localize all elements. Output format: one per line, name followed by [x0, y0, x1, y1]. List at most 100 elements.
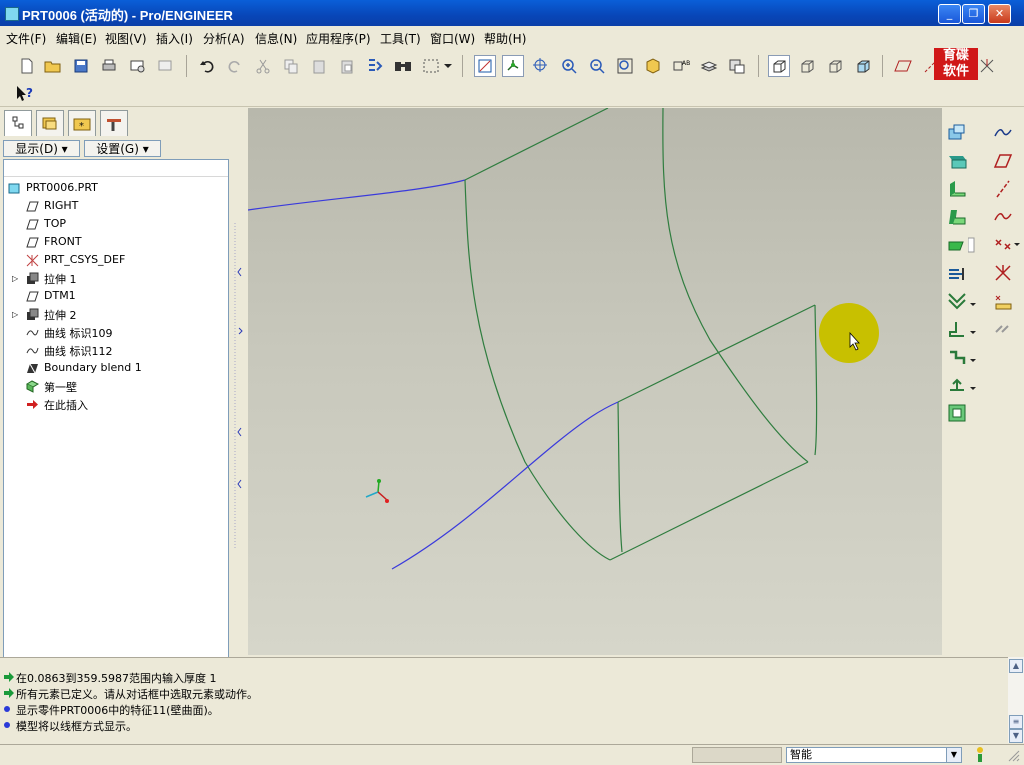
thicken-tool-icon[interactable] [946, 402, 968, 424]
undo-icon[interactable] [196, 55, 218, 77]
tab-connections[interactable] [100, 110, 128, 136]
message-scrollbar[interactable]: ▲ ≡ ▼ [1008, 657, 1024, 743]
restore-button[interactable]: ❐ [962, 4, 985, 24]
zoom-out-icon[interactable] [586, 55, 608, 77]
print-icon[interactable] [98, 55, 120, 77]
new-file-icon[interactable] [16, 55, 38, 77]
extend-tool-icon[interactable] [946, 374, 968, 396]
menu-file[interactable]: 文件(F) [6, 30, 46, 47]
merge-dropdown-icon[interactable] [970, 326, 978, 348]
orient-mode-icon[interactable] [530, 55, 552, 77]
select-dropdown-icon[interactable] [442, 55, 454, 77]
open-folder-icon[interactable] [42, 55, 64, 77]
datum-csys-icon[interactable] [976, 55, 998, 77]
send-mail-icon[interactable] [126, 55, 148, 77]
settings-dropdown[interactable]: 设置(G) ▾ [84, 140, 161, 157]
menu-insert[interactable]: 插入(I) [156, 30, 193, 47]
cut-icon[interactable] [252, 55, 274, 77]
context-help-icon[interactable]: ? [14, 83, 36, 105]
datum-planes-icon[interactable] [892, 55, 914, 77]
prompt-arrow-icon [3, 688, 14, 701]
mirror-tool-icon[interactable] [946, 290, 968, 312]
save-icon[interactable] [70, 55, 92, 77]
extend-dropdown-icon[interactable] [970, 382, 978, 404]
menu-edit[interactable]: 编辑(E) [56, 30, 97, 47]
paste-icon[interactable] [308, 55, 330, 77]
shading-icon[interactable] [852, 55, 874, 77]
refit-icon[interactable] [614, 55, 636, 77]
tab-model-tree[interactable] [4, 110, 32, 136]
datum-plane-tool-icon[interactable] [992, 150, 1014, 172]
datum-point-tool-icon[interactable] [992, 234, 1014, 256]
info-dot-icon [3, 720, 13, 733]
expand-arrow-icon[interactable]: ▷ [12, 274, 18, 283]
menu-view[interactable]: 视图(V) [105, 30, 147, 47]
spin-center-icon[interactable] [502, 55, 524, 77]
datum-curve-sketch-icon[interactable] [992, 122, 1014, 144]
scroll-up-icon[interactable]: ▲ [1009, 659, 1023, 673]
menu-applications[interactable]: 应用程序(P) [306, 30, 371, 47]
menu-analysis[interactable]: 分析(A) [203, 30, 245, 47]
menu-tools[interactable]: 工具(T) [380, 30, 421, 47]
send-link-icon[interactable] [154, 55, 176, 77]
datum-csys-tool-icon[interactable] [992, 262, 1014, 284]
title-bar: PRT0006 (活动的) - Pro/ENGINEER _ ❐ ✕ [0, 0, 1024, 26]
draft-tool-icon[interactable] [946, 206, 968, 228]
trim-dropdown-icon[interactable] [970, 354, 978, 376]
saved-views-icon[interactable]: AB [670, 55, 692, 77]
datum-plane-icon [26, 218, 39, 231]
info-dot-icon [3, 704, 13, 717]
csys-icon [26, 254, 39, 267]
analysis-feature-icon[interactable] [992, 290, 1014, 312]
round-tool-icon[interactable] [946, 234, 968, 256]
navigator-panel: * 显示(D) ▾ 设置(G) ▾ PRT0006.PRT RIGHT TOP … [0, 108, 236, 760]
wireframe-icon[interactable] [768, 55, 790, 77]
expand-arrow-icon[interactable]: ▷ [12, 310, 18, 319]
reference-feature-icon[interactable] [992, 318, 1014, 340]
extrude-icon [26, 272, 39, 285]
paste-special-icon[interactable] [336, 55, 358, 77]
copy-icon[interactable] [280, 55, 302, 77]
show-dropdown[interactable]: 显示(D) ▾ [3, 140, 80, 157]
datum-axis-tool-icon[interactable] [992, 178, 1014, 200]
graphics-window[interactable] [248, 108, 942, 655]
panel-splitter[interactable] [232, 108, 246, 656]
no-hidden-icon[interactable] [824, 55, 846, 77]
resize-grip-icon[interactable] [1006, 748, 1020, 762]
datum-curve-tool-icon[interactable] [992, 206, 1014, 228]
hidden-line-icon[interactable] [796, 55, 818, 77]
window-title: PRT0006 (活动的) - Pro/ENGINEER [22, 8, 233, 23]
insert-here-icon [26, 398, 39, 411]
menu-window[interactable]: 窗口(W) [430, 30, 475, 47]
scroll-thumb[interactable]: ≡ [1009, 715, 1023, 729]
close-button[interactable]: ✕ [988, 4, 1011, 24]
trim-tool-icon[interactable] [946, 346, 968, 368]
select-box-icon[interactable] [420, 55, 442, 77]
scroll-down-icon[interactable]: ▼ [1009, 729, 1023, 743]
chamfer-tool-icon[interactable] [946, 262, 968, 284]
redo-icon[interactable] [224, 55, 246, 77]
selection-filter[interactable]: 智能 ▼ [786, 747, 962, 763]
shell-tool-icon[interactable] [946, 150, 968, 172]
reorient-icon[interactable] [642, 55, 664, 77]
datum-display-icon[interactable] [474, 55, 496, 77]
chevron-down-icon[interactable]: ▼ [946, 748, 961, 762]
menu-help[interactable]: 帮助(H) [484, 30, 526, 47]
datum-point-dropdown-icon[interactable] [1014, 238, 1022, 260]
mirror-dropdown-icon[interactable] [970, 298, 978, 320]
layers-icon[interactable] [698, 55, 720, 77]
zoom-in-icon[interactable] [558, 55, 580, 77]
menu-info[interactable]: 信息(N) [255, 30, 297, 47]
regenerate-icon[interactable] [364, 55, 386, 77]
rib-tool-icon[interactable] [946, 178, 968, 200]
part-icon [8, 182, 21, 195]
hole-tool-icon[interactable] [946, 122, 968, 144]
round-dropdown-icon[interactable] [967, 234, 976, 256]
curve-icon [26, 326, 39, 339]
merge-tool-icon[interactable] [946, 318, 968, 340]
tab-folder-browser[interactable] [36, 110, 64, 136]
minimize-button[interactable]: _ [938, 4, 961, 24]
find-icon[interactable] [392, 55, 414, 77]
tab-favorites[interactable]: * [68, 110, 96, 136]
view-manager-icon[interactable] [726, 55, 748, 77]
